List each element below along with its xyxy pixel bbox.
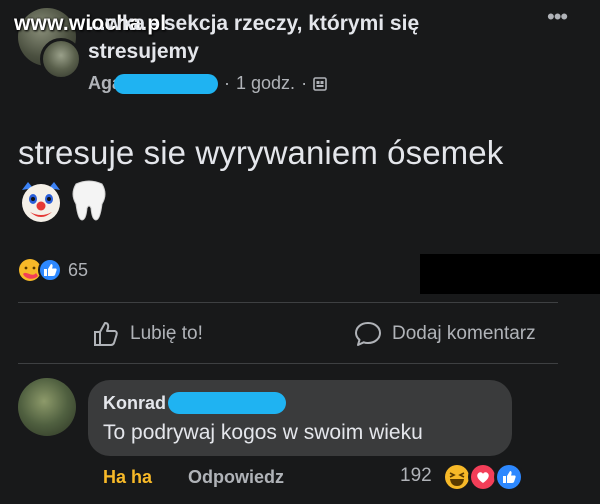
like-button-label: Lubię to! [130,323,203,344]
like-icon [494,462,524,492]
comment-author[interactable]: Konrad [103,392,286,414]
comment-reactions[interactable] [442,462,524,492]
comment-reaction-count[interactable]: 192 [400,465,432,487]
post-time[interactable]: 1 godz. [236,73,295,94]
commenter-avatar[interactable] [18,378,76,436]
post-meta: Agata · 1 godz. · [88,73,327,94]
redaction-box [420,254,600,294]
reaction-count: 65 [68,259,89,280]
post-reactions[interactable]: 65 [18,258,88,282]
comment-button-label: Dodaj komentarz [392,323,536,344]
redaction-mark [114,73,219,94]
group-privacy-icon [313,76,327,91]
group-title-text: ...wka - sekcja rzeczy, którymi się stre… [88,12,420,63]
comment-author-name: Konrad [103,392,166,413]
separator-dot: · [301,73,308,93]
divider [18,363,558,364]
post-text: stresuje sie wyrywaniem ósemek [18,134,504,171]
thumbs-up-icon [94,322,118,346]
comment-text: To podrywaj kogos w swoim wieku [103,421,423,444]
comment-button[interactable]: Dodaj komentarz [354,320,536,348]
group-title[interactable]: ...wka - sekcja rzeczy, którymi się stre… [88,10,518,66]
separator-dot: · [224,73,231,93]
like-icon [38,258,62,282]
divider [18,302,558,303]
author-avatar[interactable] [40,38,82,80]
post-emojis [18,178,108,224]
more-options-button[interactable]: ••• [547,4,568,30]
reply-button[interactable]: Odpowiedz [188,467,284,488]
clown-face-icon [22,182,60,222]
like-button[interactable]: Lubię to! [92,320,203,348]
comment-bubble-icon [355,322,381,346]
redaction-mark [168,392,286,414]
haha-reaction-button[interactable]: Ha ha [103,467,152,488]
tooth-icon [72,180,106,221]
